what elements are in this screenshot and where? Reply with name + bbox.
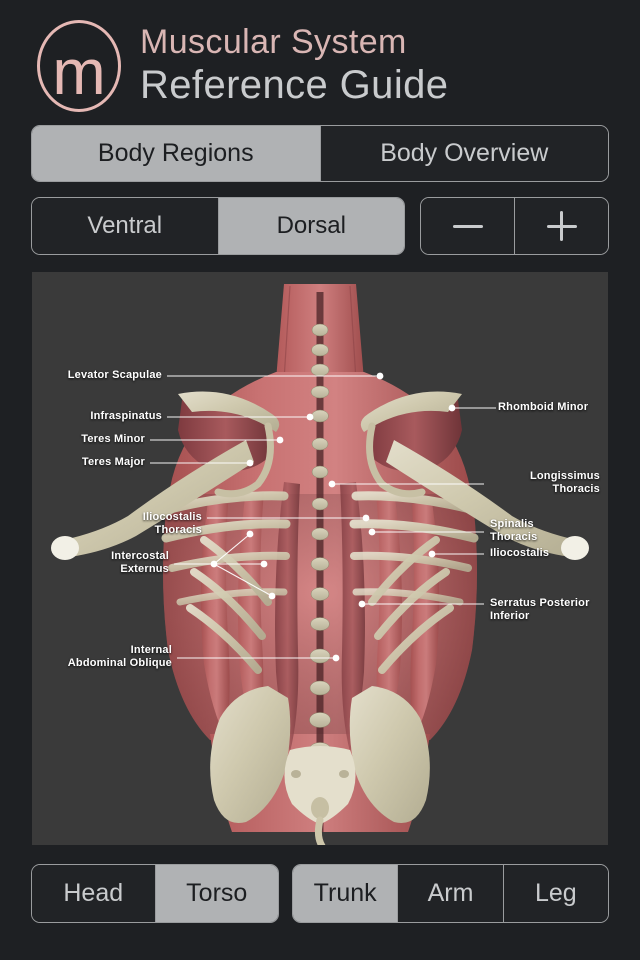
region-nav-bar: Head Torso [31,864,279,923]
region-head-button[interactable]: Head [32,865,156,922]
tab-body-overview-label: Body Overview [380,139,549,167]
zoom-buttons [420,197,609,255]
part-nav-group: Trunk Arm Leg [292,864,609,923]
tab-body-overview[interactable]: Body Overview [320,126,608,181]
region-torso-button[interactable]: Torso [155,865,278,922]
view-toggle-group: Ventral Dorsal [31,197,405,255]
view-orientation-toggle: Ventral Dorsal [31,197,405,255]
app-title: Muscular System Reference Guide [140,22,448,108]
anatomy-illustration[interactable] [32,272,608,845]
part-trunk-label: Trunk [313,879,377,907]
zoom-in-button[interactable] [515,198,608,254]
region-nav-group: Head Torso [31,864,279,923]
part-leg-button[interactable]: Leg [503,865,608,922]
app-root: m Muscular System Reference Guide Body R… [0,0,640,960]
main-tab-bar: Body Regions Body Overview [31,125,609,182]
view-ventral-button[interactable]: Ventral [32,198,219,254]
plus-icon [546,211,577,241]
view-dorsal-button[interactable]: Dorsal [218,198,404,254]
zoom-control-group [420,197,609,255]
part-arm-button[interactable]: Arm [398,865,504,922]
title-reference-guide: Reference Guide [140,63,449,107]
view-dorsal-label: Dorsal [276,212,346,239]
region-torso-label: Torso [186,879,248,907]
view-ventral-label: Ventral [87,212,163,239]
part-nav-bar: Trunk Arm Leg [292,864,609,923]
app-logo: m [37,20,121,112]
part-leg-label: Leg [534,879,577,907]
logo-letter-m: m [52,36,106,108]
zoom-out-button[interactable] [421,198,515,254]
title-muscular-system: Muscular System [140,23,407,61]
tab-body-regions[interactable]: Body Regions [32,126,321,181]
tab-body-regions-label: Body Regions [97,139,254,167]
part-arm-label: Arm [427,879,474,907]
minus-icon [452,224,483,228]
app-header: m Muscular System Reference Guide [0,0,640,118]
part-trunk-button[interactable]: Trunk [293,865,399,922]
region-head-label: Head [63,879,124,907]
main-tab-group: Body Regions Body Overview [31,125,609,182]
anatomy-viewer[interactable]: Levator Scapulae Infraspinatus Teres Min… [32,272,608,845]
